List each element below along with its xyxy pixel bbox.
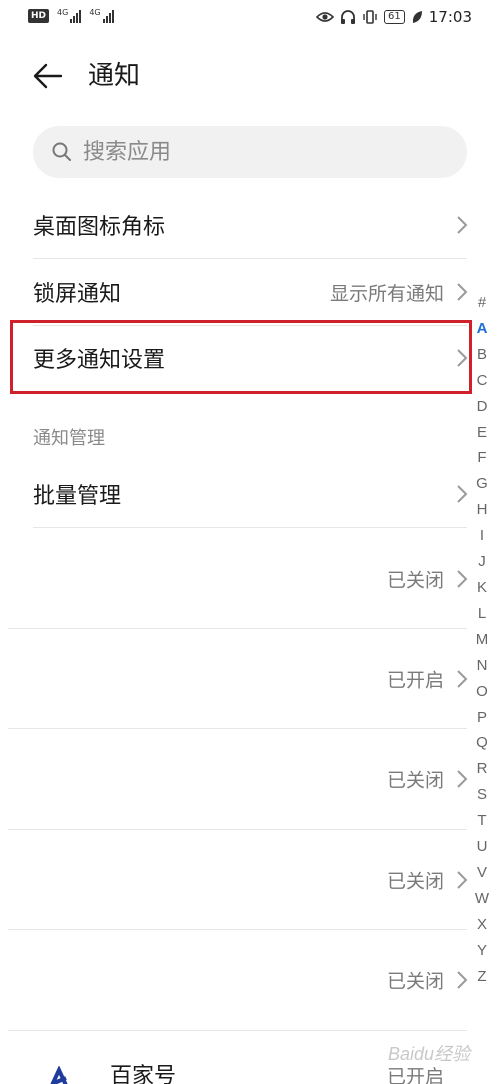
signal-icon: 4G <box>57 8 82 23</box>
settings-row-lockscreen[interactable]: 锁屏通知 显示所有通知 <box>0 259 500 325</box>
chevron-right-icon <box>457 770 468 788</box>
index-letter[interactable]: U <box>477 834 488 860</box>
alphabet-index[interactable]: # A B C D E F G H I J K L M N O P Q R S T U V W X Y Z <box>472 290 492 989</box>
arrow-left-icon <box>33 63 63 89</box>
chevron-right-icon <box>457 570 468 588</box>
app-row[interactable]: 已关闭 <box>0 830 500 930</box>
eye-icon <box>316 12 335 22</box>
page-title: 通知 <box>88 61 141 91</box>
status-bar: HD 4G 4G 61 17:03 <box>0 0 500 36</box>
divider <box>8 1030 467 1031</box>
index-letter[interactable]: N <box>477 653 488 679</box>
chevron-right-icon <box>457 485 468 503</box>
row-label: 批量管理 <box>33 484 122 509</box>
row-label: 锁屏通知 <box>33 282 122 307</box>
app-status: 已关闭 <box>386 870 444 893</box>
app-row[interactable]: 已开启 <box>0 629 500 729</box>
status-right: 61 17:03 <box>316 8 472 26</box>
leaf-icon <box>412 11 422 23</box>
chevron-right-icon <box>457 216 468 234</box>
chevron-right-icon <box>457 871 468 889</box>
back-button[interactable] <box>30 58 66 94</box>
chevron-right-icon <box>457 971 468 989</box>
row-value: 显示所有通知 <box>329 282 444 305</box>
index-letter[interactable]: E <box>477 420 487 446</box>
vibrate-icon <box>363 10 377 24</box>
index-letter[interactable]: I <box>480 523 484 549</box>
index-letter[interactable]: W <box>475 886 489 912</box>
batch-manage-row[interactable]: 批量管理 <box>0 461 500 527</box>
index-letter[interactable]: L <box>478 601 486 627</box>
app-status: 已开启 <box>386 669 444 692</box>
chevron-right-icon <box>457 670 468 688</box>
network-type-label: 4G <box>57 8 69 17</box>
status-left: HD 4G 4G <box>28 9 114 23</box>
app-status: 已关闭 <box>386 970 444 993</box>
header: 通知 <box>0 48 500 104</box>
index-letter[interactable]: Q <box>476 730 488 756</box>
watermark: Baidu经验 <box>387 1044 470 1064</box>
index-letter[interactable]: A <box>477 316 488 342</box>
row-label: 更多通知设置 <box>33 348 166 373</box>
settings-row-badge[interactable]: 桌面图标角标 <box>0 192 500 258</box>
index-letter[interactable]: C <box>477 368 488 394</box>
index-letter[interactable]: M <box>476 627 489 653</box>
clock: 17:03 <box>428 8 472 26</box>
index-letter[interactable]: # <box>478 290 486 316</box>
index-letter[interactable]: G <box>476 471 488 497</box>
search-input[interactable] <box>83 139 443 165</box>
row-label: 桌面图标角标 <box>33 215 166 240</box>
index-letter[interactable]: D <box>477 394 488 420</box>
index-letter[interactable]: S <box>477 782 487 808</box>
app-row[interactable]: 已关闭 <box>0 529 500 629</box>
battery-indicator: 61 <box>384 10 405 24</box>
app-row[interactable]: 已关闭 <box>0 729 500 829</box>
index-letter[interactable]: Y <box>477 938 487 964</box>
chevron-right-icon <box>457 349 468 367</box>
index-letter[interactable]: Z <box>477 964 486 990</box>
signal-icon: 4G <box>89 8 114 23</box>
index-letter[interactable]: P <box>477 705 487 731</box>
index-letter[interactable]: H <box>477 497 488 523</box>
app-name: 百家号 <box>110 1064 177 1084</box>
search-icon <box>52 142 71 161</box>
index-letter[interactable]: O <box>476 679 488 705</box>
chevron-right-icon <box>457 283 468 301</box>
index-letter[interactable]: T <box>477 808 486 834</box>
index-letter[interactable]: R <box>477 756 488 782</box>
search-bar[interactable] <box>33 126 467 178</box>
network-type-label: 4G <box>89 8 101 17</box>
index-letter[interactable]: V <box>477 860 487 886</box>
app-status: 已关闭 <box>386 769 444 792</box>
app-row[interactable]: 已关闭 <box>0 930 500 1030</box>
hd-badge: HD <box>28 9 50 23</box>
settings-row-more[interactable]: 更多通知设置 <box>0 325 500 391</box>
divider <box>33 527 467 528</box>
index-letter[interactable]: X <box>477 912 487 938</box>
index-letter[interactable]: F <box>477 445 486 471</box>
section-header: 通知管理 <box>33 428 105 449</box>
app-icon <box>50 1066 68 1084</box>
index-letter[interactable]: J <box>478 549 486 575</box>
index-letter[interactable]: B <box>477 342 487 368</box>
app-status: 已关闭 <box>386 569 444 592</box>
index-letter[interactable]: K <box>477 575 487 601</box>
headphones-icon <box>341 10 356 24</box>
